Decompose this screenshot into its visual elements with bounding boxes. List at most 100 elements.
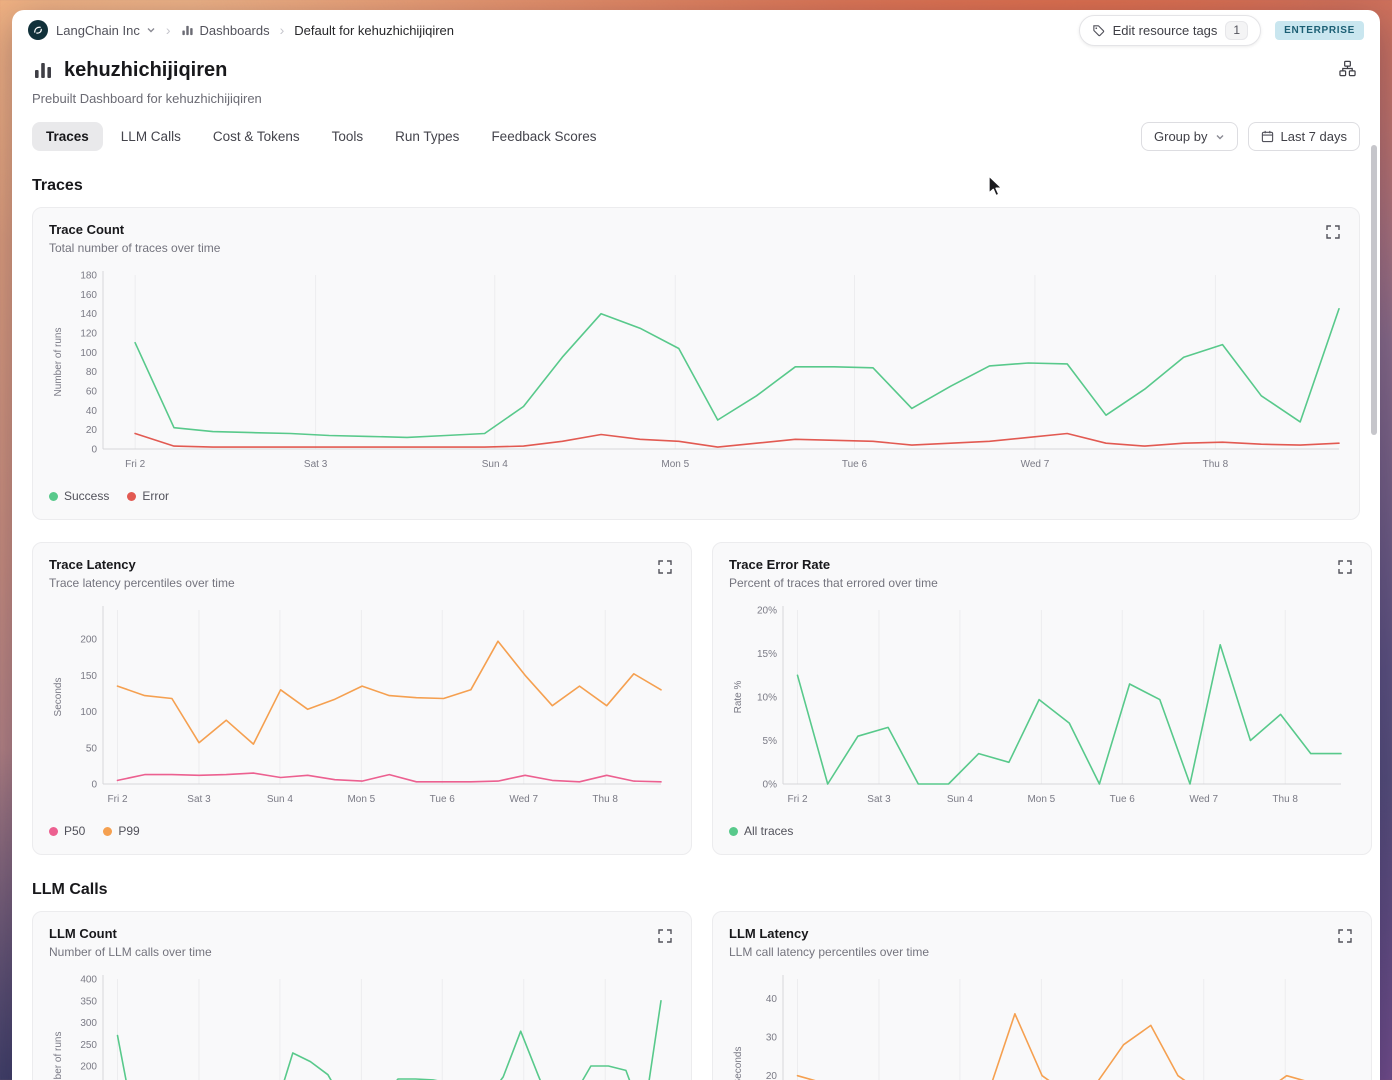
expand-chart-button[interactable] bbox=[1335, 557, 1355, 580]
chart-subtitle: Number of LLM calls over time bbox=[49, 945, 212, 959]
x-tick-label: Fri 2 bbox=[788, 794, 808, 805]
tab-traces[interactable]: Traces bbox=[32, 122, 103, 151]
tab-run-types[interactable]: Run Types bbox=[381, 122, 473, 151]
y-tick-label: 50 bbox=[86, 743, 98, 754]
x-tick-label: Mon 5 bbox=[1027, 794, 1055, 805]
bar-chart-icon bbox=[35, 63, 51, 78]
breadcrumb-dashboards[interactable]: Dashboards bbox=[181, 23, 270, 38]
edit-resource-tags-button[interactable]: Edit resource tags 1 bbox=[1078, 14, 1262, 46]
trace-count-chart[interactable]: Fri 2 Sat 3 Sun 4 Mon 5 Tue 6 Wed 7 Thu 8 0 20 40… bbox=[49, 265, 1353, 477]
chart-title: Trace Count bbox=[49, 222, 125, 237]
y-tick-label: 20 bbox=[766, 1071, 778, 1080]
y-tick-label: 20 bbox=[86, 425, 98, 436]
trace-latency-card: Trace Latency Trace latency percentiles … bbox=[32, 542, 692, 855]
x-tick-label: Sun 4 bbox=[267, 794, 294, 805]
y-tick-label: 60 bbox=[86, 387, 98, 398]
chart-legend: Success Error bbox=[49, 489, 1343, 503]
y-tick-label: 150 bbox=[80, 671, 97, 682]
trace-latency-chart[interactable]: Fri 2 Sat 3 Sun 4 Mon 5 Tue 6 Wed 7 Thu 8 0 50 10… bbox=[49, 600, 675, 812]
llm-count-chart[interactable]: Fri 2Sat 3Sun 4Mon 5Tue 6Wed 7Thu 805010… bbox=[49, 969, 675, 1080]
expand-chart-button[interactable] bbox=[655, 557, 675, 580]
x-tick-label: Thu 8 bbox=[592, 794, 618, 805]
x-tick-label: Tue 6 bbox=[842, 459, 868, 470]
x-tick-label: Fri 2 bbox=[125, 459, 145, 470]
expand-chart-button[interactable] bbox=[655, 926, 675, 949]
trace-error-rate-chart[interactable]: Fri 2 Sat 3 Sun 4 Mon 5 Tue 6 Wed 7 Thu 8 0% 5% 1… bbox=[729, 600, 1355, 812]
calendar-icon bbox=[1261, 130, 1273, 143]
chart-subtitle: Percent of traces that errored over time bbox=[729, 576, 938, 590]
legend-item-error[interactable]: Error bbox=[127, 489, 169, 503]
legend-item-p99[interactable]: P99 bbox=[103, 824, 140, 838]
x-tick-label: Sat 3 bbox=[304, 459, 328, 470]
dashboard-window: LangChain Inc › Dashboards › Default for… bbox=[12, 10, 1380, 1080]
legend-dot bbox=[49, 491, 58, 501]
expand-icon bbox=[1338, 560, 1352, 574]
expand-chart-button[interactable] bbox=[1335, 926, 1355, 949]
y-tick-label: 20% bbox=[757, 606, 777, 617]
chart-subtitle: Total number of traces over time bbox=[49, 241, 221, 255]
chevron-down-icon bbox=[1216, 134, 1223, 139]
y-tick-label: 300 bbox=[80, 1018, 97, 1029]
y-tick-label: 120 bbox=[80, 329, 97, 340]
expand-icon bbox=[658, 929, 672, 943]
legend-item-p50[interactable]: P50 bbox=[49, 824, 85, 838]
llm-count-card: LLM Count Number of LLM calls over time … bbox=[32, 911, 692, 1080]
legend-label: P50 bbox=[64, 824, 86, 838]
y-tick-label: 350 bbox=[80, 996, 97, 1007]
x-tick-label: Wed 7 bbox=[1189, 794, 1218, 805]
y-tick-label: 0% bbox=[763, 780, 778, 791]
resource-tags-count-badge: 1 bbox=[1225, 20, 1249, 40]
y-tick-label: 40 bbox=[86, 406, 98, 417]
langchain-logo-icon bbox=[34, 26, 42, 34]
x-tick-label: Thu 8 bbox=[1272, 794, 1298, 805]
tab-tools[interactable]: Tools bbox=[318, 122, 378, 151]
chart-legend: P50 P99 bbox=[49, 824, 675, 838]
section-title-traces: Traces bbox=[32, 177, 83, 194]
y-axis-label: Number of runs bbox=[53, 1032, 64, 1080]
y-tick-label: 400 bbox=[80, 975, 97, 986]
tab-llm-calls[interactable]: LLM Calls bbox=[107, 122, 195, 151]
breadcrumb-org-label: LangChain Inc bbox=[56, 22, 140, 38]
legend-label: Success bbox=[64, 489, 110, 503]
date-range-button[interactable]: Last 7 days bbox=[1247, 122, 1360, 151]
breadcrumb-org[interactable]: LangChain Inc bbox=[56, 23, 156, 38]
y-axis-label: Seconds bbox=[53, 678, 64, 717]
y-tick-label: 30 bbox=[766, 1033, 778, 1044]
legend-item-all-traces[interactable]: All traces bbox=[729, 824, 793, 838]
view-flow-button[interactable] bbox=[1335, 56, 1360, 84]
y-axis-label: Rate % bbox=[733, 680, 744, 713]
legend-dot bbox=[127, 491, 137, 501]
y-tick-label: 15% bbox=[757, 649, 777, 660]
breadcrumb-bar: LangChain Inc › Dashboards › Default for… bbox=[12, 10, 1380, 50]
llm-latency-chart[interactable]: Fri 2Sat 3Sun 4Mon 5Tue 6Wed 7Thu 801020… bbox=[729, 969, 1355, 1080]
expand-chart-button[interactable] bbox=[1323, 222, 1343, 245]
trace-error-rate-card: Trace Error Rate Percent of traces that … bbox=[712, 542, 1372, 855]
chart-title: Trace Error Rate bbox=[729, 557, 831, 572]
tree-diagram-icon bbox=[1339, 60, 1356, 77]
y-tick-label: 80 bbox=[86, 367, 98, 378]
legend-item-success[interactable]: Success bbox=[49, 489, 109, 503]
dashboard-icon bbox=[181, 25, 193, 35]
group-by-button[interactable]: Group by bbox=[1141, 122, 1238, 151]
x-tick-label: Sun 4 bbox=[482, 459, 509, 470]
x-tick-label: Tue 6 bbox=[1110, 794, 1136, 805]
y-tick-label: 0 bbox=[91, 780, 97, 791]
vertical-scrollbar-thumb[interactable] bbox=[1371, 145, 1377, 435]
tab-cost-tokens[interactable]: Cost & Tokens bbox=[199, 122, 314, 151]
expand-icon bbox=[1326, 225, 1340, 239]
langchain-logo bbox=[28, 20, 48, 40]
tab-feedback-scores[interactable]: Feedback Scores bbox=[477, 122, 610, 151]
chevron-down-icon bbox=[147, 28, 155, 33]
chart-legend: All traces bbox=[729, 824, 1355, 838]
y-tick-label: 200 bbox=[80, 635, 97, 646]
legend-dot bbox=[729, 826, 738, 836]
legend-dot bbox=[49, 826, 58, 836]
expand-icon bbox=[1338, 929, 1352, 943]
y-tick-label: 0 bbox=[91, 445, 97, 456]
x-tick-label: Sat 3 bbox=[867, 794, 891, 805]
chart-subtitle: Trace latency percentiles over time bbox=[49, 576, 235, 590]
x-tick-label: Thu 8 bbox=[1203, 459, 1229, 470]
chart-title: LLM Count bbox=[49, 926, 117, 941]
x-tick-label: Tue 6 bbox=[430, 794, 456, 805]
breadcrumb-separator: › bbox=[165, 22, 171, 38]
